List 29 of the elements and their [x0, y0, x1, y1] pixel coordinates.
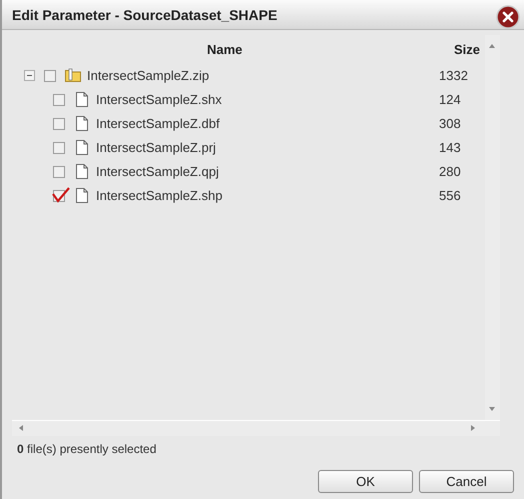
file-icon: [76, 116, 88, 130]
vertical-scrollbar[interactable]: [485, 35, 500, 420]
file-name[interactable]: IntersectSampleZ.shx: [96, 92, 222, 106]
file-size: 124: [439, 92, 462, 106]
selection-status: 0 file(s) presently selected: [17, 442, 156, 456]
folder-icon: [65, 68, 81, 82]
file-size: 1332: [439, 68, 469, 82]
file-name[interactable]: IntersectSampleZ.zip: [87, 68, 210, 82]
file-name[interactable]: IntersectSampleZ.prj: [96, 140, 216, 154]
cancel-button[interactable]: Cancel: [419, 470, 514, 493]
window-title: Edit Parameter - SourceDataset_SHAPE: [12, 6, 278, 22]
collapse-icon[interactable]: [24, 70, 35, 80]
column-header[interactable]: Size: [454, 42, 480, 56]
file-icon: [76, 188, 88, 202]
horizontal-scrollbar[interactable]: [12, 420, 500, 436]
file-size: 308: [439, 116, 462, 130]
file-size: 556: [439, 188, 462, 202]
file-size: 143: [439, 140, 462, 154]
column-header[interactable]: Name: [207, 42, 242, 56]
file-icon: [76, 140, 88, 154]
file-name[interactable]: IntersectSampleZ.qpj: [96, 164, 219, 178]
file-icon: [76, 92, 88, 106]
file-name[interactable]: IntersectSampleZ.dbf: [96, 116, 220, 130]
file-name[interactable]: IntersectSampleZ.shp: [96, 188, 222, 202]
close-icon[interactable]: [496, 4, 520, 28]
file-size: 280: [439, 164, 462, 178]
file-icon: [76, 164, 88, 178]
ok-button[interactable]: OK: [318, 470, 413, 493]
checkbox[interactable]: [52, 187, 72, 203]
